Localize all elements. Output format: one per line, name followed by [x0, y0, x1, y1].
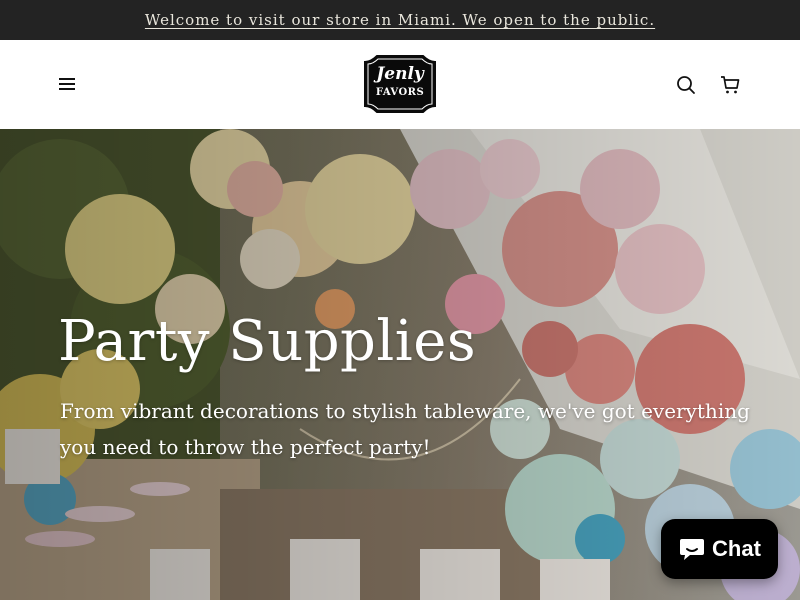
chat-bubble-icon	[680, 539, 705, 560]
logo-text-primary: Jenly	[376, 64, 424, 84]
announcement-bar: Welcome to visit our store in Miami. We …	[0, 0, 800, 40]
menu-button[interactable]	[56, 74, 78, 94]
cart-icon	[721, 76, 740, 94]
chat-button[interactable]: Chat	[661, 519, 778, 579]
announcement-link[interactable]: Welcome to visit our store in Miami. We …	[145, 11, 655, 29]
search-icon	[677, 76, 695, 94]
hero-subtitle: From vibrant decorations to stylish tabl…	[60, 399, 750, 459]
hamburger-icon-line	[59, 78, 75, 80]
chat-label: Chat	[712, 536, 761, 561]
site-header: Jenly FAVORS	[0, 40, 800, 129]
cart-button[interactable]	[719, 74, 741, 96]
store-logo[interactable]: Jenly FAVORS	[363, 54, 437, 114]
hamburger-icon-line	[59, 83, 75, 85]
search-button[interactable]	[675, 74, 697, 96]
logo-text-secondary: FAVORS	[375, 87, 425, 98]
logo-badge-icon	[364, 55, 436, 113]
hamburger-icon-line	[59, 88, 75, 90]
hero-title: Party Supplies	[58, 309, 477, 374]
